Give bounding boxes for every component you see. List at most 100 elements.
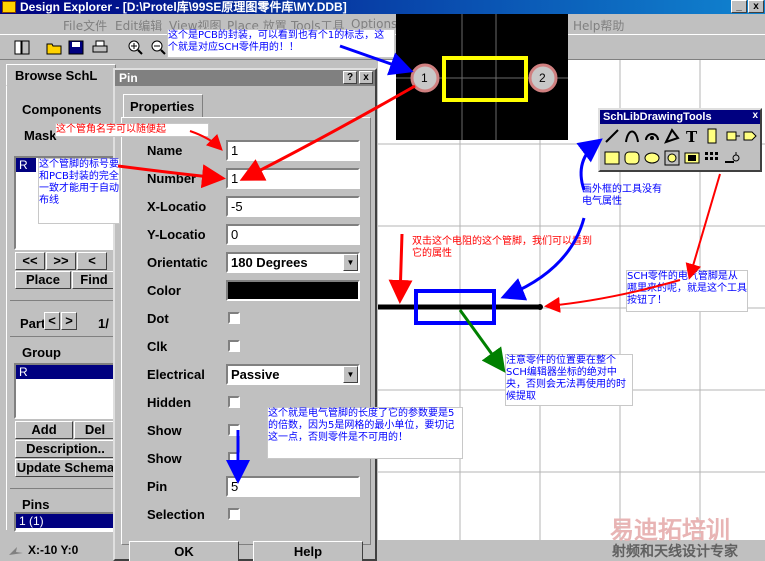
- ieee-symbol-icon[interactable]: [742, 128, 758, 144]
- delete-button[interactable]: Del: [74, 421, 116, 439]
- menu-edit[interactable]: Edit编辑: [115, 17, 162, 34]
- subpart-tool-icon[interactable]: [724, 128, 740, 144]
- graphic-tool-icon[interactable]: [684, 150, 700, 166]
- pins-label: Pins: [22, 497, 50, 512]
- part-counter: 1/: [98, 316, 109, 331]
- group-list[interactable]: R: [14, 363, 116, 419]
- selection-label: Selection: [147, 507, 205, 522]
- ok-button[interactable]: OK: [129, 541, 239, 561]
- annotation-outline-tool: 画外框的工具没有电气属性: [582, 184, 662, 207]
- list-item[interactable]: 1 (1): [16, 514, 114, 528]
- arc-tool-icon[interactable]: [644, 128, 660, 144]
- dot-checkbox[interactable]: [228, 312, 240, 324]
- part-tool-icon[interactable]: [704, 128, 720, 144]
- selection-checkbox[interactable]: [228, 508, 240, 520]
- add-button[interactable]: Add: [15, 421, 73, 439]
- pin-tool-icon[interactable]: [724, 150, 740, 166]
- first-component-button[interactable]: <<: [15, 252, 45, 270]
- dialog-help-button[interactable]: ?: [343, 71, 357, 84]
- chevron-down-icon[interactable]: ▼: [343, 254, 358, 271]
- schlib-drawing-tools: SchLibDrawingTools x T: [598, 108, 762, 172]
- part-label: Part: [20, 316, 46, 331]
- rectangle-tool-icon[interactable]: [604, 150, 620, 166]
- polygon-tool-icon[interactable]: [664, 128, 680, 144]
- description-button[interactable]: Description..: [15, 440, 116, 458]
- name-field[interactable]: 1: [226, 140, 360, 161]
- zoom-in-icon[interactable]: [127, 40, 143, 55]
- list-item[interactable]: R: [16, 365, 114, 379]
- orientation-label: Orientatic: [147, 255, 208, 270]
- pad-2-label: 2: [539, 71, 546, 85]
- tab-browse-schlib[interactable]: Browse SchL: [6, 64, 116, 86]
- annotation-origin: 注意零件的位置要在整个SCH编辑器坐标的绝对中央，否则会无法再使用的时候提取: [505, 354, 633, 406]
- array-tool-icon[interactable]: [704, 150, 720, 166]
- zoom-out-icon[interactable]: [150, 40, 166, 55]
- line-tool-icon[interactable]: [604, 128, 620, 144]
- pin-dialog-title: Pin: [119, 71, 138, 85]
- status-bar: X:-10 Y:0: [0, 540, 116, 561]
- pcb-outline: [442, 56, 528, 102]
- number-field[interactable]: 1: [226, 168, 360, 189]
- annotation-double-click: 双击这个电阻的这个管脚，我们可以看到它的属性: [412, 236, 592, 259]
- pie-tool-icon[interactable]: [664, 150, 680, 166]
- open-folder-icon[interactable]: [46, 40, 62, 55]
- pin-properties-dialog: Pin ? x Properties Name 1 Number 1 X-Loc…: [113, 68, 377, 561]
- find-button[interactable]: Find: [72, 271, 116, 289]
- show-number-checkbox[interactable]: [228, 452, 240, 464]
- pins-list[interactable]: 1 (1): [14, 512, 116, 532]
- show-name-label: Show: [147, 423, 182, 438]
- show-name-checkbox[interactable]: [228, 424, 240, 436]
- clk-label: Clk: [147, 339, 168, 354]
- x-location-field[interactable]: -5: [226, 196, 360, 217]
- bezier-tool-icon[interactable]: [624, 128, 640, 144]
- name-label: Name: [147, 143, 183, 158]
- y-location-field[interactable]: 0: [226, 224, 360, 245]
- group-label: Group: [22, 345, 61, 360]
- prev-component-button[interactable]: <: [77, 252, 107, 270]
- place-button[interactable]: Place: [15, 271, 71, 289]
- color-label: Color: [147, 283, 181, 298]
- annotation-pcb-footprint: 这个是PCB的封装，可以看到也有个1的标志，这个就是对应SCH零件用的！！: [167, 29, 395, 58]
- pin-length-field[interactable]: 5: [226, 476, 360, 497]
- ellipse-tool-icon[interactable]: [644, 150, 660, 166]
- annotation-pin-name: 这个管角名字可以随便起: [55, 123, 209, 137]
- chevron-down-icon[interactable]: ▼: [343, 366, 358, 383]
- update-schematics-button[interactable]: Update Schema: [15, 459, 116, 477]
- tools-palette-title[interactable]: SchLibDrawingTools: [600, 110, 760, 124]
- window-title: Design Explorer - [D:\Protel库\99SE原理图零件库…: [20, 0, 347, 14]
- orientation-select[interactable]: 180 Degrees ▼: [226, 252, 360, 273]
- window-title-bar[interactable]: Design Explorer - [D:\Protel库\99SE原理图零件库…: [0, 0, 765, 14]
- components-label: Components: [22, 102, 102, 117]
- rounded-rectangle-tool-icon[interactable]: [624, 150, 640, 166]
- text-tool-icon[interactable]: T: [684, 128, 700, 144]
- minimize-button[interactable]: _: [731, 0, 747, 13]
- hidden-checkbox[interactable]: [228, 396, 240, 408]
- print-icon[interactable]: [92, 40, 108, 55]
- pcb-footprint-preview: 1 2: [396, 14, 568, 140]
- tab-properties[interactable]: Properties: [123, 94, 203, 118]
- pin-dialog-title-bar[interactable]: Pin: [115, 70, 375, 86]
- close-button[interactable]: x: [748, 0, 764, 13]
- cursor-arrow-icon: [9, 547, 23, 555]
- clk-checkbox[interactable]: [228, 340, 240, 352]
- electrical-value: Passive: [231, 367, 280, 382]
- panel-toggle-icon[interactable]: [14, 40, 30, 55]
- number-label: Number: [147, 171, 197, 186]
- part-prev-button[interactable]: <: [44, 312, 60, 330]
- help-button[interactable]: Help: [253, 541, 363, 561]
- part-next-button[interactable]: >: [61, 312, 77, 330]
- list-item[interactable]: R: [16, 158, 36, 172]
- last-component-button[interactable]: >>: [46, 252, 76, 270]
- menu-help[interactable]: Help帮助: [573, 17, 624, 34]
- watermark-tagline: 射频和天线设计专家: [612, 544, 738, 560]
- color-swatch[interactable]: [226, 280, 360, 301]
- dot-label: Dot: [147, 311, 169, 326]
- dialog-close-button[interactable]: x: [359, 71, 373, 84]
- mask-label: Mask: [24, 128, 57, 143]
- menu-file[interactable]: File文件: [63, 17, 107, 34]
- electrical-select[interactable]: Passive ▼: [226, 364, 360, 385]
- x-location-label: X-Locatio: [147, 199, 207, 214]
- close-icon[interactable]: x: [752, 110, 758, 121]
- annotation-pin-length: 这个就是电气管脚的长度了它的参数要是5的倍数，因为5是网格的最小单位，要切记这一…: [267, 407, 463, 459]
- save-icon[interactable]: [68, 40, 84, 55]
